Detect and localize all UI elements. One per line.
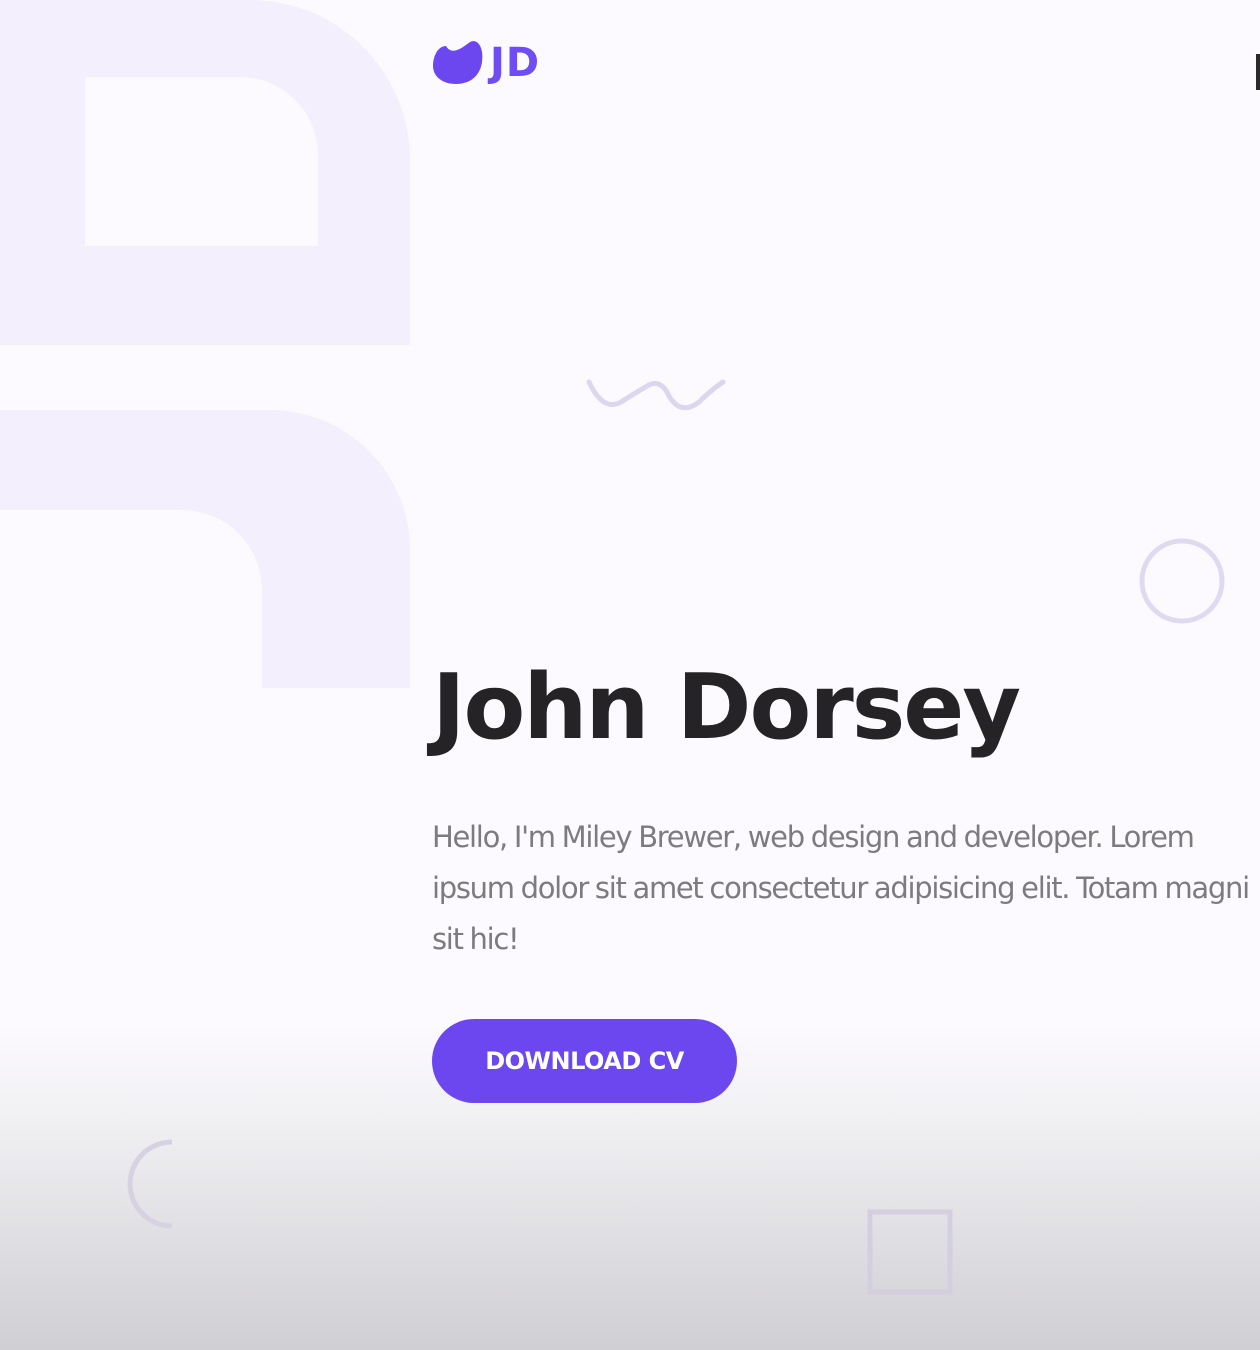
background-monogram: [0, 0, 410, 688]
wave-icon: [586, 379, 726, 411]
hero-name: John Dorsey: [432, 655, 1021, 760]
circle-icon: [1139, 538, 1225, 624]
blob-icon: [433, 41, 483, 84]
arc-icon: [127, 1139, 173, 1229]
square-icon: [867, 1209, 953, 1295]
logo[interactable]: JD: [432, 38, 540, 88]
scrollbar-edge: [1256, 54, 1260, 90]
hero-description: Hello, I'm Miley Brewer, web design and …: [432, 820, 1250, 956]
monogram-letter-d: [0, 0, 410, 345]
logo-text: JD: [490, 40, 541, 86]
monogram-letter-j: [0, 410, 410, 688]
download-cv-button[interactable]: DOWNLOAD CV: [432, 1019, 737, 1103]
